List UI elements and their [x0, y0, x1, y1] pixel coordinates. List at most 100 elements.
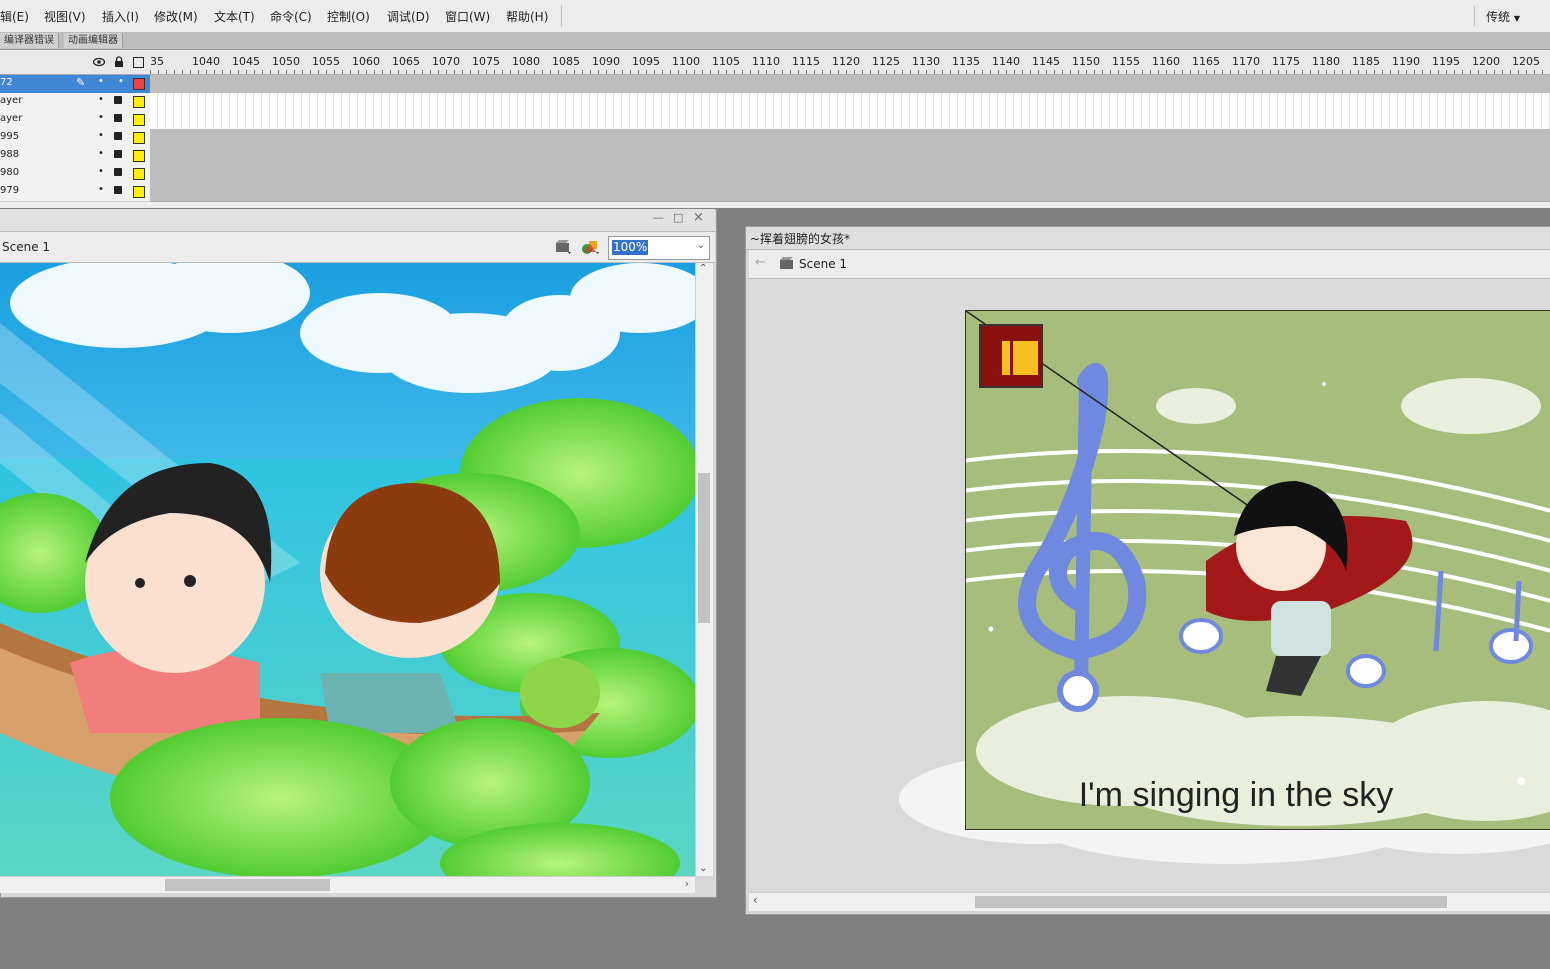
ruler-tick [1110, 70, 1111, 74]
tab-compiler-errors[interactable]: 编译器错误 [0, 33, 59, 48]
layer-row[interactable]: 988 • [0, 147, 150, 166]
menu-bar: 辑(E) 视图(V) 插入(I) 修改(M) 文本(T) 命令(C) 控制(O)… [0, 0, 1550, 33]
ruler-tick [1094, 70, 1095, 74]
horizontal-scrollbar[interactable]: › [0, 876, 695, 893]
workspace-switcher[interactable]: 传统 ▼ [1486, 8, 1520, 25]
scene-label[interactable]: Scene 1 [799, 257, 847, 271]
visibility-toggle[interactable]: • [98, 112, 104, 123]
layer-row[interactable]: ayer • [0, 111, 150, 130]
ruler-tick [398, 70, 399, 74]
layer-row[interactable]: ayer • [0, 93, 150, 112]
layer-row[interactable]: 72 ✎ • • [0, 75, 150, 94]
layer-row[interactable]: 995 • [0, 129, 150, 148]
menu-debug[interactable]: 调试(D) [387, 8, 430, 25]
ruler-tick [174, 70, 175, 74]
scrollbar-thumb[interactable] [975, 896, 1447, 908]
chevron-down-icon: ⌄ [696, 240, 705, 251]
ruler-frame-label: 1085 [552, 55, 580, 68]
eye-icon[interactable] [93, 57, 105, 67]
menu-help[interactable]: 帮助(H) [506, 8, 548, 25]
edit-symbol-icon[interactable] [581, 238, 601, 256]
menu-control[interactable]: 控制(O) [327, 8, 370, 25]
layer-frames[interactable] [150, 93, 1550, 112]
menu-view[interactable]: 视图(V) [44, 8, 86, 25]
document-title[interactable]: ~挥着翅膀的女孩* [750, 230, 850, 247]
ruler-frame-label: 1115 [792, 55, 820, 68]
visibility-toggle[interactable]: • [98, 94, 104, 105]
zoom-select[interactable]: 100% ⌄ [608, 236, 710, 260]
ruler-tick [310, 70, 311, 74]
lock-icon[interactable] [114, 56, 124, 68]
scrollbar-thumb[interactable] [165, 879, 330, 891]
menu-modify[interactable]: 修改(M) [154, 8, 198, 25]
layer-frames[interactable] [150, 147, 1550, 166]
lock-icon[interactable] [114, 132, 122, 140]
ruler-frame-label: 1065 [392, 55, 420, 68]
visibility-toggle[interactable]: • [98, 130, 104, 141]
menu-edit[interactable]: 辑(E) [0, 8, 29, 25]
scroll-right-icon[interactable]: › [685, 877, 689, 890]
layer-outline-color[interactable] [133, 132, 145, 144]
visibility-toggle[interactable]: • [98, 166, 104, 177]
menu-insert[interactable]: 插入(I) [102, 8, 139, 25]
outline-icon[interactable] [133, 57, 144, 68]
menu-window[interactable]: 窗口(W) [445, 8, 490, 25]
ruler-tick [854, 70, 855, 74]
ruler-tick [454, 70, 455, 74]
horizontal-scrollbar[interactable]: ‹ [749, 892, 1550, 911]
menu-commands[interactable]: 命令(C) [270, 8, 312, 25]
visibility-toggle[interactable]: • [98, 148, 104, 159]
scroll-down-icon[interactable]: ⌄ [699, 863, 707, 874]
lock-icon[interactable] [114, 186, 122, 194]
close-icon[interactable]: × [693, 210, 704, 225]
menu-text[interactable]: 文本(T) [214, 8, 255, 25]
layer-outline-color[interactable] [133, 96, 145, 108]
ruler-tick [1158, 70, 1159, 74]
scroll-left-icon[interactable]: ‹ [753, 893, 758, 907]
minimize-icon[interactable]: — [653, 211, 664, 224]
layer-row[interactable]: 979 • [0, 183, 150, 202]
back-arrow-icon[interactable]: ← [755, 255, 766, 270]
lock-icon[interactable] [114, 168, 122, 176]
scene-label[interactable]: Scene 1 [2, 240, 50, 254]
lock-icon[interactable] [114, 96, 122, 104]
ruler-frame-label: 1205 [1512, 55, 1540, 68]
layer-outline-color[interactable] [133, 114, 145, 126]
visibility-toggle[interactable]: • [98, 76, 104, 87]
ruler-frame-label: 1130 [912, 55, 940, 68]
zoom-value: 100% [612, 240, 649, 255]
ruler-frame-label: 1190 [1392, 55, 1420, 68]
layer-frames[interactable] [150, 129, 1550, 148]
ruler-tick [1022, 70, 1023, 74]
scrollbar-thumb[interactable] [698, 473, 710, 623]
layer-frames[interactable] [150, 165, 1550, 184]
ruler-tick [878, 70, 879, 74]
ruler-tick [734, 70, 735, 74]
layer-frames[interactable] [150, 111, 1550, 130]
layer-outline-color[interactable] [133, 168, 145, 180]
lock-toggle[interactable]: • [118, 76, 124, 87]
stage-left[interactable] [0, 263, 695, 876]
maximize-icon[interactable]: □ [673, 211, 683, 224]
layer-row[interactable]: 980 • [0, 165, 150, 184]
stage-right[interactable]: I'm singing in the sky [965, 310, 1550, 830]
layer-outline-color[interactable] [133, 186, 145, 198]
edit-scene-icon[interactable] [555, 239, 573, 255]
ruler-tick [974, 70, 975, 74]
layer-outline-color[interactable] [133, 78, 145, 90]
ruler-tick [814, 70, 815, 74]
lock-icon[interactable] [114, 114, 122, 122]
frame-ruler[interactable]: 35 1040 1045 1050 1055 1060 1065 1070 1075 1080 10… [150, 50, 1550, 75]
layer-frames[interactable] [150, 183, 1550, 202]
ruler-tick [1334, 70, 1335, 74]
ruler-frame-label: 1080 [512, 55, 540, 68]
layer-outline-color[interactable] [133, 150, 145, 162]
vertical-scrollbar[interactable]: ⌃ ⌄ [695, 263, 713, 876]
layer-frames[interactable] [150, 75, 1550, 94]
lock-icon[interactable] [114, 150, 122, 158]
visibility-toggle[interactable]: • [98, 184, 104, 195]
tab-motion-editor[interactable]: 动画编辑器 [64, 33, 123, 48]
ruler-tick [542, 70, 543, 74]
ruler-tick [1118, 70, 1119, 74]
scroll-up-icon[interactable]: ⌃ [699, 263, 707, 274]
